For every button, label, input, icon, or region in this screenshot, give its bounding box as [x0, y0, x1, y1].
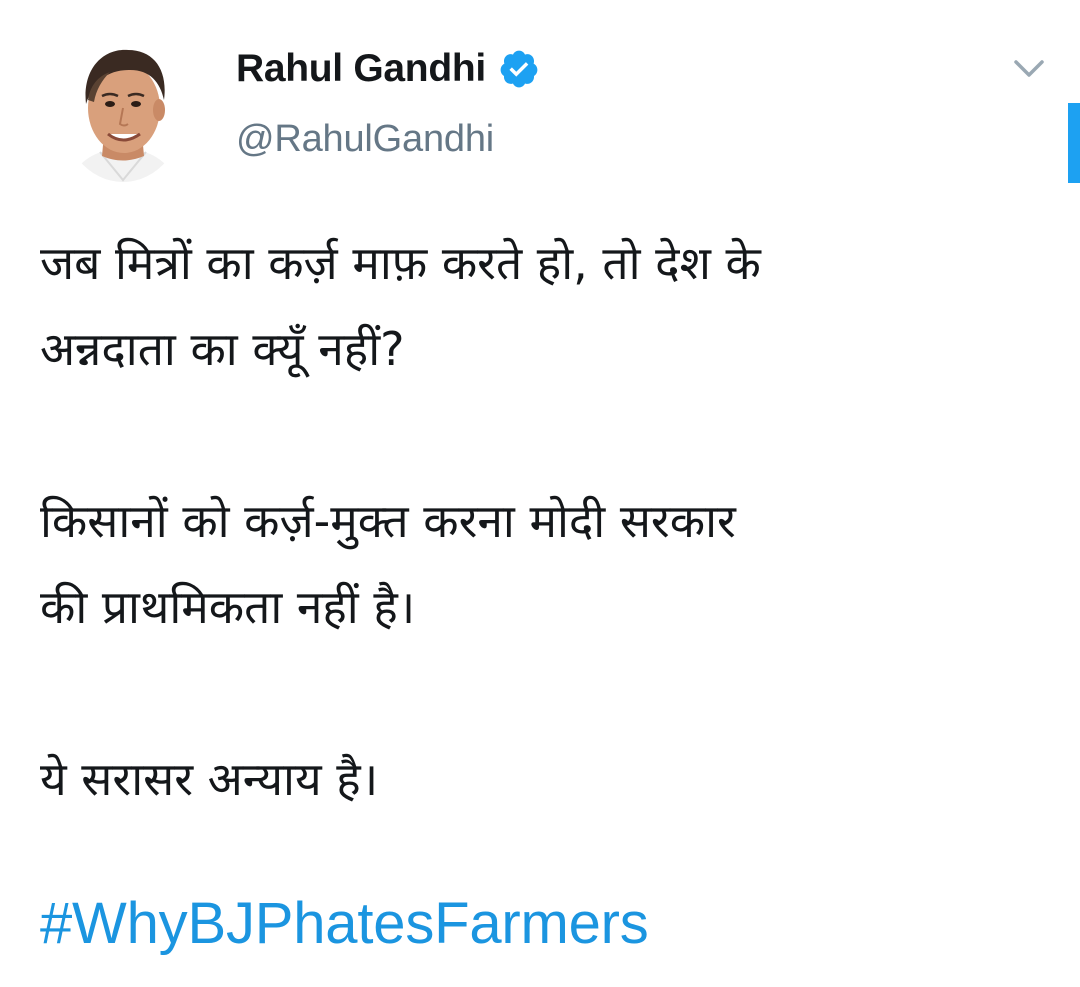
tweet-text-line: की प्राथमिकता नहीं है।: [40, 580, 416, 634]
hashtag-link[interactable]: #WhyBJPhatesFarmers: [40, 890, 649, 957]
chevron-down-icon[interactable]: [1008, 50, 1050, 86]
author-handle[interactable]: @RahulGandhi: [236, 118, 494, 161]
tweet-text-line: जब मित्रों का कर्ज़ माफ़ करते हो, तो देश…: [40, 236, 761, 290]
avatar[interactable]: [60, 30, 186, 182]
tweet-text-line: ये सरासर अन्याय है।: [40, 752, 379, 806]
tweet-text-line: अन्नदाता का क्यूँ नहीं?: [40, 322, 405, 376]
author-header: Rahul Gandhi: [236, 44, 540, 94]
verified-badge-icon: [500, 50, 538, 88]
author-display-name[interactable]: Rahul Gandhi: [236, 47, 486, 91]
scrollbar[interactable]: [1068, 103, 1080, 183]
tweet-text: जब मित्रों का कर्ज़ माफ़ करते हो, तो देश…: [40, 220, 1050, 822]
profile-photo: [60, 30, 186, 182]
tweet-text-line: किसानों को कर्ज़-मुक्त करना मोदी सरकार: [40, 494, 736, 548]
